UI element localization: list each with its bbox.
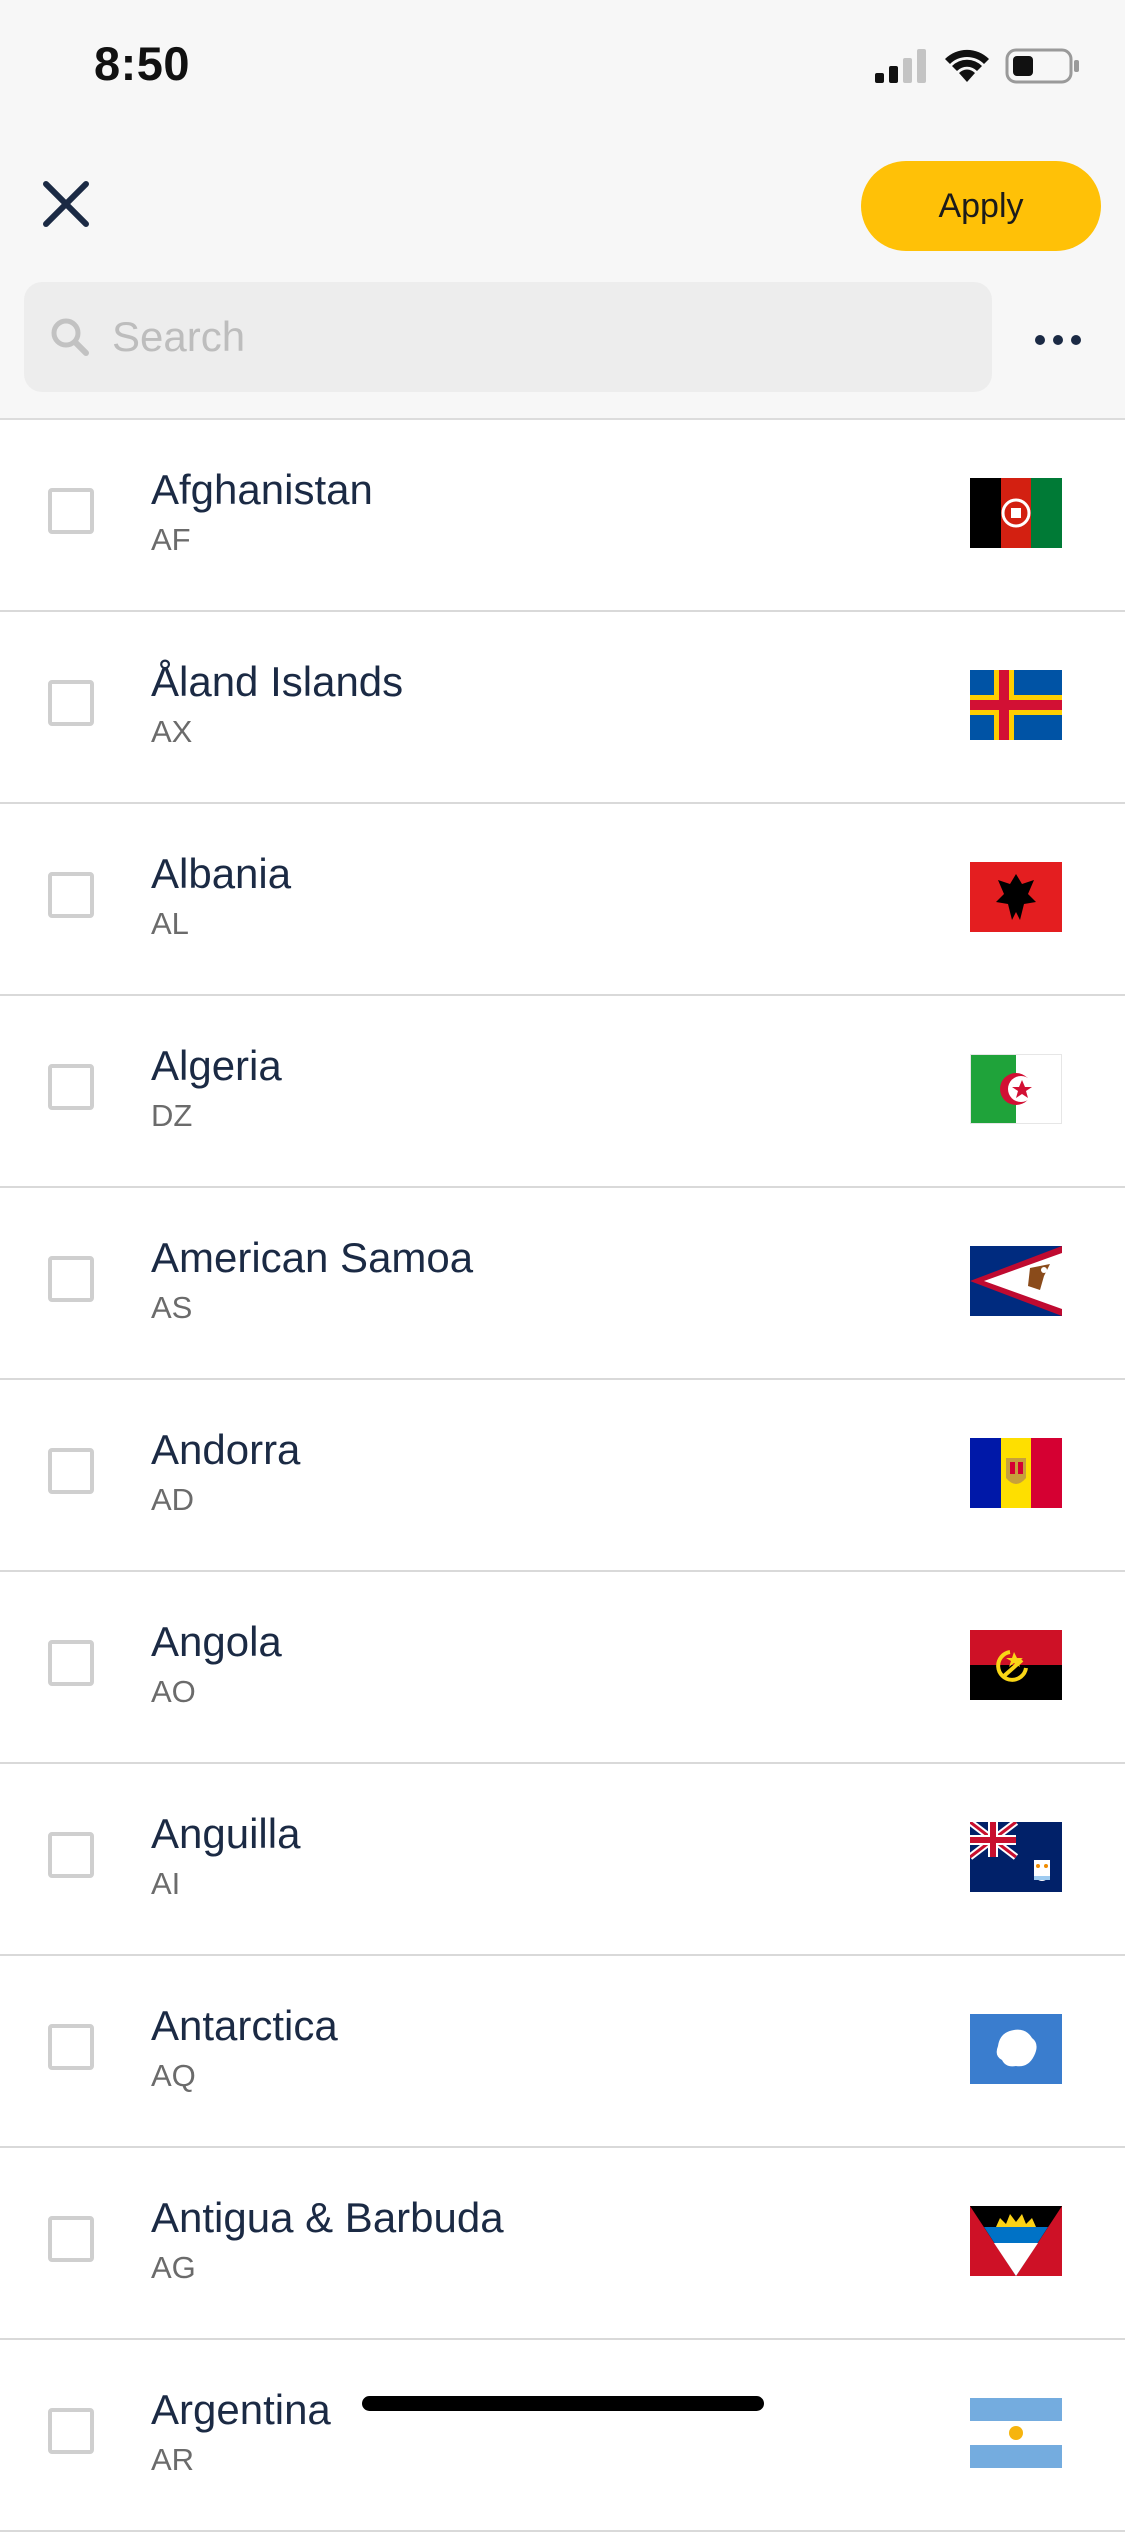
flag-angola-icon <box>970 1630 1062 1700</box>
country-name: Andorra <box>151 1426 300 1474</box>
country-checkbox[interactable] <box>48 1256 94 1302</box>
country-row[interactable]: Antarctica AQ <box>0 1956 1125 2148</box>
country-name: Åland Islands <box>151 658 403 706</box>
apply-button[interactable]: Apply <box>861 161 1101 251</box>
country-name: Algeria <box>151 1042 282 1090</box>
country-name: Angola <box>151 1618 282 1666</box>
country-row[interactable]: Antigua & Barbuda AG <box>0 2148 1125 2340</box>
country-code: AG <box>151 2250 196 2286</box>
country-row[interactable]: Argentina AR <box>0 2340 1125 2532</box>
country-checkbox[interactable] <box>48 488 94 534</box>
flag-argentina-icon <box>970 2398 1062 2468</box>
more-options-button[interactable] <box>1032 320 1084 360</box>
search-input[interactable] <box>110 296 934 378</box>
country-checkbox[interactable] <box>48 2408 94 2454</box>
country-code: AD <box>151 1482 194 1518</box>
country-list: Afghanistan AF Åland Islands AX <box>0 420 1125 2532</box>
flag-antigua-barbuda-icon <box>970 2206 1062 2276</box>
country-name: Albania <box>151 850 291 898</box>
country-code: AO <box>151 1674 196 1710</box>
flag-albania-icon <box>970 862 1062 932</box>
country-checkbox[interactable] <box>48 2216 94 2262</box>
country-row[interactable]: Afghanistan AF <box>0 420 1125 612</box>
close-button[interactable] <box>38 176 94 232</box>
country-row[interactable]: Algeria DZ <box>0 996 1125 1188</box>
country-code: AF <box>151 522 191 558</box>
country-code: AS <box>151 1290 192 1326</box>
flag-aland-islands-icon <box>970 670 1062 740</box>
flag-afghanistan-icon <box>970 478 1062 548</box>
search-box[interactable] <box>24 282 992 392</box>
country-code: AR <box>151 2442 194 2478</box>
country-checkbox[interactable] <box>48 1640 94 1686</box>
country-row[interactable]: Åland Islands AX <box>0 612 1125 804</box>
country-row[interactable]: Andorra AD <box>0 1380 1125 1572</box>
country-name: American Samoa <box>151 1234 473 1282</box>
home-indicator <box>362 2396 764 2411</box>
flag-andorra-icon <box>970 1438 1062 1508</box>
country-name: Afghanistan <box>151 466 373 514</box>
more-horizontal-icon <box>1034 334 1082 346</box>
country-row[interactable]: American Samoa AS <box>0 1188 1125 1380</box>
country-checkbox[interactable] <box>48 2024 94 2070</box>
status-icons <box>875 48 1081 89</box>
cellular-signal-icon <box>875 49 929 88</box>
flag-anguilla-icon <box>970 1822 1062 1892</box>
country-code: AI <box>151 1866 180 1902</box>
country-code: DZ <box>151 1098 192 1134</box>
country-checkbox[interactable] <box>48 872 94 918</box>
country-checkbox[interactable] <box>48 680 94 726</box>
country-code: AQ <box>151 2058 196 2094</box>
country-name: Antigua & Barbuda <box>151 2194 504 2242</box>
search-icon <box>48 315 92 359</box>
country-code: AL <box>151 906 189 942</box>
country-code: AX <box>151 714 192 750</box>
country-row[interactable]: Albania AL <box>0 804 1125 996</box>
country-row[interactable]: Anguilla AI <box>0 1764 1125 1956</box>
country-name: Anguilla <box>151 1810 300 1858</box>
country-name: Antarctica <box>151 2002 338 2050</box>
flag-algeria-icon <box>970 1054 1062 1124</box>
battery-icon <box>1005 48 1081 89</box>
flag-antarctica-icon <box>970 2014 1062 2084</box>
wifi-icon <box>943 48 991 89</box>
top-area: 8:50 <box>0 0 1125 420</box>
country-checkbox[interactable] <box>48 1832 94 1878</box>
close-icon <box>42 180 90 228</box>
flag-american-samoa-icon <box>970 1246 1062 1316</box>
status-time: 8:50 <box>94 36 190 91</box>
country-name: Argentina <box>151 2386 331 2434</box>
country-checkbox[interactable] <box>48 1064 94 1110</box>
country-checkbox[interactable] <box>48 1448 94 1494</box>
country-row[interactable]: Angola AO <box>0 1572 1125 1764</box>
status-bar: 8:50 <box>0 0 1125 140</box>
